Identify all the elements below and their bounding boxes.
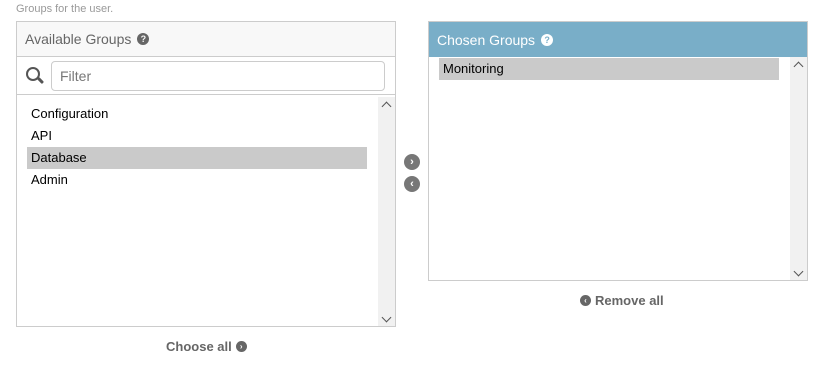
available-groups-list[interactable]: Configuration API Database Admin (17, 97, 395, 326)
scroll-up-icon[interactable] (378, 97, 395, 111)
chosen-option[interactable]: Monitoring (439, 58, 779, 80)
chosen-groups-title: Chosen Groups (437, 31, 536, 48)
available-scrollbar[interactable] (378, 97, 395, 326)
arrow-left-circle-icon: ‹ (580, 295, 591, 306)
search-icon (25, 66, 45, 86)
available-option[interactable]: Admin (27, 169, 367, 191)
add-selected-button[interactable]: › (404, 154, 420, 170)
arrow-right-circle-icon: › (235, 341, 247, 352)
scroll-up-icon[interactable] (790, 57, 807, 71)
remove-all-button[interactable]: ‹ Remove all (580, 293, 664, 308)
available-option[interactable]: Configuration (27, 103, 367, 125)
field-help-text: Groups for the user. (16, 3, 114, 15)
scroll-down-icon[interactable] (378, 312, 395, 326)
help-icon[interactable]: ? (541, 33, 554, 46)
filter-input[interactable] (51, 60, 385, 91)
choose-all-button[interactable]: Choose all › (166, 339, 247, 354)
available-groups-box: Available Groups ? ConfigurationAPIDatab… (16, 21, 396, 327)
chosen-groups-header: Chosen Groups ? (429, 22, 807, 57)
available-option[interactable]: Database (27, 147, 367, 169)
help-icon[interactable]: ? (137, 33, 150, 45)
remove-selected-button[interactable]: ‹ (404, 176, 420, 192)
available-groups-title: Available Groups (25, 31, 132, 47)
filter-row (17, 57, 395, 95)
chosen-groups-list[interactable]: Monitoring (429, 57, 807, 280)
choose-all-label: Choose all (166, 339, 232, 354)
scroll-down-icon[interactable] (790, 266, 807, 280)
remove-all-label: Remove all (595, 293, 664, 308)
available-groups-header: Available Groups ? (17, 22, 395, 57)
chosen-scrollbar[interactable] (790, 57, 807, 280)
chosen-groups-box: Chosen Groups ? Monitoring (428, 21, 808, 281)
available-option[interactable]: API (27, 125, 367, 147)
